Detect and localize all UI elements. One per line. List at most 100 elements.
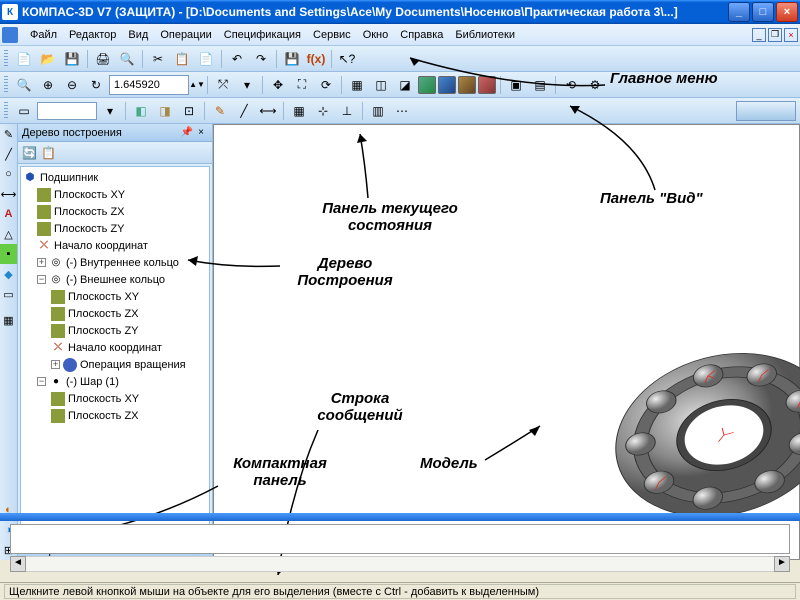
color-swatch[interactable]	[37, 102, 97, 120]
tree-outer-zx[interactable]: Плоскость ZX	[68, 308, 139, 320]
collapse-icon[interactable]: −	[37, 275, 46, 284]
zoom-area-icon[interactable]: 🔍	[13, 74, 35, 96]
grid-icon[interactable]: ▦	[288, 100, 310, 122]
tree-outer[interactable]: (-) Внешнее кольцо	[66, 274, 165, 286]
dd-icon[interactable]: ▾	[99, 100, 121, 122]
cp-4-icon[interactable]: ▦	[0, 310, 17, 330]
hidden-icon[interactable]: ◫	[370, 74, 392, 96]
expand-icon[interactable]: +	[51, 360, 60, 369]
3d-viewport[interactable]	[213, 124, 800, 560]
line-icon[interactable]: ╱	[233, 100, 255, 122]
tree-plane-xy[interactable]: Плоскость XY	[54, 189, 125, 201]
close-button[interactable]: ×	[776, 2, 798, 22]
tree-outer-xy[interactable]: Плоскость XY	[68, 291, 139, 303]
more-icon[interactable]: ⋯	[391, 100, 413, 122]
st1-icon[interactable]: ◧	[130, 100, 152, 122]
h-scrollbar[interactable]: ◄ ►	[10, 556, 790, 572]
sk1-icon[interactable]: ▭	[13, 100, 35, 122]
menu-window[interactable]: Окно	[357, 27, 395, 43]
fit-icon[interactable]: ⛶	[291, 74, 313, 96]
menu-libraries[interactable]: Библиотеки	[449, 27, 521, 43]
cp-text-icon[interactable]: A	[0, 204, 17, 224]
save-blue-icon[interactable]: 💾	[281, 48, 303, 70]
menu-view[interactable]: Вид	[122, 27, 154, 43]
menu-editor[interactable]: Редактор	[63, 27, 122, 43]
tree-tb2-icon[interactable]: 📋	[41, 146, 56, 160]
tree-inner[interactable]: (-) Внутреннее кольцо	[66, 257, 179, 269]
cp-dim-icon[interactable]: ⟷	[0, 184, 17, 204]
sketch-icon[interactable]: ✎	[209, 100, 231, 122]
shaded-icon[interactable]: ◪	[394, 74, 416, 96]
tree-pin-icon[interactable]: 📌	[180, 127, 194, 138]
undo-icon[interactable]: ↶	[226, 48, 248, 70]
cp-2-icon[interactable]: ◆	[0, 264, 17, 284]
menu-help[interactable]: Справка	[394, 27, 449, 43]
fx-icon[interactable]: f(x)	[305, 48, 327, 70]
dim-icon[interactable]: ⟷	[257, 100, 279, 122]
shade3-icon[interactable]	[458, 76, 476, 94]
menu-file[interactable]: Файл	[24, 27, 63, 43]
mdi-close[interactable]: ×	[784, 28, 798, 42]
ortho-icon[interactable]: ⊥	[336, 100, 358, 122]
new-icon[interactable]: 📄	[13, 48, 35, 70]
cursor-help-icon[interactable]: ↖?	[336, 48, 358, 70]
rotate-icon[interactable]: ⟳	[315, 74, 337, 96]
redo-icon[interactable]: ↷	[250, 48, 272, 70]
zoom-refresh-icon[interactable]: ↻	[85, 74, 107, 96]
menu-service[interactable]: Сервис	[307, 27, 357, 43]
cp-geom-icon[interactable]: ○	[0, 164, 17, 184]
expand-icon[interactable]: +	[37, 258, 46, 267]
tree-outer-origin[interactable]: Начало координат	[68, 342, 162, 354]
save-icon[interactable]: 💾	[61, 48, 83, 70]
preview-icon[interactable]: 🔍	[116, 48, 138, 70]
tool-icon[interactable]: ⚙	[584, 74, 606, 96]
pan-icon[interactable]: ✥	[267, 74, 289, 96]
shade4-icon[interactable]	[478, 76, 496, 94]
tree-ball-zx[interactable]: Плоскость ZX	[68, 410, 139, 422]
mdi-restore[interactable]: ❐	[768, 28, 782, 42]
open-icon[interactable]: 📂	[37, 48, 59, 70]
print-icon[interactable]: 🖨	[92, 48, 114, 70]
wireframe-icon[interactable]: ▦	[346, 74, 368, 96]
tree-outer-zy[interactable]: Плоскость ZY	[68, 325, 139, 337]
tree-ball-xy[interactable]: Плоскость XY	[68, 393, 139, 405]
minimize-button[interactable]: _	[728, 2, 750, 22]
zoom-value-input[interactable]	[109, 75, 189, 95]
axis-icon[interactable]: ⤱	[212, 74, 234, 96]
tree-ball[interactable]: (-) Шар (1)	[66, 376, 119, 388]
build-tree[interactable]: ⬢Подшипник Плоскость XY Плоскость ZX Пло…	[20, 166, 210, 538]
cp-3-icon[interactable]: ▭	[0, 284, 17, 304]
tree-plane-zy[interactable]: Плоскость ZY	[54, 223, 125, 235]
mdi-minimize[interactable]: _	[752, 28, 766, 42]
tree-tb1-icon[interactable]: 🔄	[22, 146, 37, 160]
tree-outer-op[interactable]: Операция вращения	[80, 359, 186, 371]
tree-close-icon[interactable]: ×	[194, 127, 208, 138]
menu-operations[interactable]: Операции	[154, 27, 217, 43]
maximize-button[interactable]: □	[752, 2, 774, 22]
st3-icon[interactable]: ⊡	[178, 100, 200, 122]
cut-icon[interactable]: ✂	[147, 48, 169, 70]
arr-icon[interactable]: ▥	[367, 100, 389, 122]
st2-icon[interactable]: ◨	[154, 100, 176, 122]
spin-buttons[interactable]: ▲▼	[191, 74, 203, 96]
cp-sketch-icon[interactable]: ✎	[0, 124, 17, 144]
cp-1-icon[interactable]: ▪	[0, 244, 17, 264]
tree-plane-zx[interactable]: Плоскость ZX	[54, 206, 125, 218]
collapse-icon[interactable]: −	[37, 377, 46, 386]
simplify-icon[interactable]: ▤	[529, 74, 551, 96]
tree-root[interactable]: Подшипник	[40, 172, 98, 184]
toolbar-end-grip[interactable]	[736, 101, 796, 121]
menu-spec[interactable]: Спецификация	[218, 27, 307, 43]
cp-edit-icon[interactable]: △	[0, 224, 17, 244]
shade1-icon[interactable]	[418, 76, 436, 94]
shade2-icon[interactable]	[438, 76, 456, 94]
rebuild-icon[interactable]: ⟲	[560, 74, 582, 96]
cp-line-icon[interactable]: ╱	[0, 144, 17, 164]
persp-icon[interactable]: ▣	[505, 74, 527, 96]
snap-icon[interactable]: ⊹	[312, 100, 334, 122]
copy-icon[interactable]: 📋	[171, 48, 193, 70]
paste-icon[interactable]: 📄	[195, 48, 217, 70]
zoom-in-icon[interactable]: ⊕	[37, 74, 59, 96]
tree-origin[interactable]: Начало координат	[54, 240, 148, 252]
zoom-out-icon[interactable]: ⊖	[61, 74, 83, 96]
